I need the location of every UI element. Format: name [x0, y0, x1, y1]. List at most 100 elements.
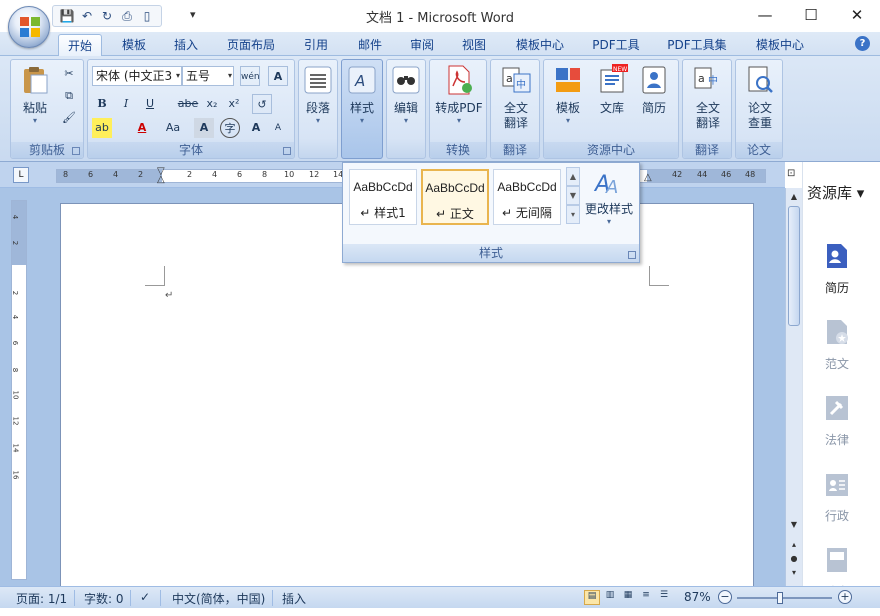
superscript-button[interactable]: x²: [224, 94, 244, 114]
group-label-convert: 转换: [430, 142, 486, 158]
right-indent-marker[interactable]: △: [644, 172, 652, 183]
change-styles-button[interactable]: AA 更改样式 ▾: [583, 167, 635, 226]
sidebar-item-resume[interactable]: 简历: [803, 242, 871, 296]
char-shading-icon[interactable]: A: [194, 118, 214, 138]
reading-layout-icon[interactable]: ▥: [602, 590, 618, 605]
scroll-up-icon[interactable]: ▲: [788, 190, 800, 204]
scroll-down-icon[interactable]: ▼: [788, 518, 800, 532]
zoom-level[interactable]: 87%: [684, 590, 711, 604]
tab-home[interactable]: 开始: [58, 34, 102, 56]
word-count[interactable]: 字数: 0: [84, 590, 124, 607]
page-count[interactable]: 页面: 1/1: [16, 590, 67, 607]
clear-format-icon[interactable]: ↺: [252, 94, 272, 114]
editing-button[interactable]: 编辑 ▾: [389, 64, 423, 125]
next-page-icon[interactable]: ▾: [788, 566, 800, 580]
paste-button[interactable]: 粘贴 ▾: [17, 64, 53, 125]
underline-button[interactable]: U: [140, 94, 160, 114]
tab-mailings[interactable]: 邮件: [348, 34, 392, 56]
ruler-tick: 10: [11, 390, 20, 400]
font-name-combo[interactable]: 宋体 (中文正3 ▾: [92, 66, 182, 86]
tab-template-center-2[interactable]: 模板中心: [748, 34, 812, 56]
print-layout-icon[interactable]: ▤: [584, 590, 600, 605]
ruler-tick: 6: [11, 340, 20, 346]
cut-icon[interactable]: ✂: [59, 64, 79, 84]
phonetic-guide-button[interactable]: wén: [240, 66, 260, 86]
vertical-scrollbar[interactable]: ▲ ▼ ▴ ● ▾: [785, 188, 802, 586]
resume-button[interactable]: 简历: [636, 64, 672, 116]
office-button[interactable]: [8, 6, 50, 48]
maximize-button[interactable]: ☐: [788, 0, 834, 30]
tab-references[interactable]: 引用: [294, 34, 338, 56]
library-button[interactable]: NEW 文库: [594, 64, 630, 116]
gallery-scroll-up-icon[interactable]: ▲: [566, 167, 580, 186]
strikethrough-button[interactable]: abe: [176, 94, 200, 114]
tab-pdf-tools[interactable]: PDF工具: [588, 34, 644, 56]
tab-review[interactable]: 审阅: [400, 34, 444, 56]
outline-view-icon[interactable]: ≡: [638, 590, 654, 605]
group-translate: a中 全文翻译 翻译: [490, 59, 540, 159]
dialog-launcher-icon[interactable]: [283, 147, 291, 155]
zoom-in-icon[interactable]: +: [838, 590, 852, 604]
ruler-toggle-icon[interactable]: ⊡: [787, 168, 801, 182]
font-size-combo[interactable]: 五号 ▾: [182, 66, 234, 86]
browse-object-icon[interactable]: ●: [788, 552, 800, 566]
tab-view[interactable]: 视图: [452, 34, 496, 56]
sidebar-item-essay[interactable]: 范文: [803, 318, 871, 372]
draft-view-icon[interactable]: ☰: [656, 590, 672, 605]
tab-selector-button[interactable]: L: [13, 167, 29, 183]
sidebar-title[interactable]: 资源库 ▾: [807, 182, 864, 203]
paragraph-button[interactable]: 段落 ▾: [301, 64, 335, 125]
gallery-scroll-down-icon[interactable]: ▼: [566, 186, 580, 205]
paper-check-icon: [748, 66, 773, 93]
full-translate-2-button[interactable]: a中 全文翻译: [687, 64, 729, 131]
minimize-button[interactable]: —: [742, 0, 788, 30]
indent-marker[interactable]: ▽ △: [157, 167, 167, 185]
language-indicator[interactable]: 中文(简体，中国): [172, 590, 265, 607]
subscript-button[interactable]: x₂: [202, 94, 222, 114]
enclose-char-icon[interactable]: 字: [220, 118, 240, 138]
sidebar-item-law[interactable]: 法律: [803, 394, 871, 448]
template-button[interactable]: 模板 ▾: [550, 64, 586, 125]
char-border-button[interactable]: A: [268, 66, 288, 86]
styles-button[interactable]: A 样式 ▾: [345, 64, 379, 125]
tab-page-layout[interactable]: 页面布局: [222, 34, 280, 56]
sidebar-item-admin[interactable]: 行政: [803, 470, 871, 524]
change-case-button[interactable]: Aa: [160, 118, 186, 138]
convert-pdf-button[interactable]: 转成PDF ▾: [432, 64, 486, 125]
bold-button[interactable]: B: [92, 94, 112, 114]
zoom-slider-knob[interactable]: [777, 592, 783, 604]
italic-button[interactable]: I: [116, 94, 136, 114]
shrink-font-button[interactable]: A: [268, 118, 288, 138]
insert-mode[interactable]: 插入: [282, 590, 306, 607]
format-painter-icon[interactable]: 🖌: [59, 108, 79, 128]
template-label: 模板: [555, 101, 580, 115]
prev-page-icon[interactable]: ▴: [788, 538, 800, 552]
dialog-launcher-icon[interactable]: [72, 147, 80, 155]
style-item-normal[interactable]: AaBbCcDd ↵ 正文: [421, 169, 489, 225]
zoom-slider[interactable]: [737, 592, 832, 604]
tab-template-center[interactable]: 模板中心: [508, 34, 572, 56]
close-button[interactable]: ✕: [834, 0, 880, 30]
chevron-down-icon: ▾: [606, 217, 611, 226]
gallery-more-icon[interactable]: ▾: [566, 205, 580, 224]
copy-icon[interactable]: ⧉: [59, 86, 79, 106]
grow-font-button[interactable]: A: [246, 118, 266, 138]
highlight-icon[interactable]: ab: [92, 118, 112, 138]
proofing-icon[interactable]: ✓: [140, 590, 150, 604]
tab-pdf-toolset[interactable]: PDF工具集: [662, 34, 732, 56]
paper-check-button[interactable]: 论文查重: [740, 64, 780, 131]
help-icon[interactable]: ?: [855, 36, 870, 51]
zoom-out-icon[interactable]: −: [718, 590, 732, 604]
web-layout-icon[interactable]: ▦: [620, 590, 636, 605]
style-item-no-spacing[interactable]: AaBbCcDd ↵ 无间隔: [493, 169, 561, 225]
full-translate-button[interactable]: a中 全文翻译: [495, 64, 537, 131]
tab-insert[interactable]: 插入: [164, 34, 208, 56]
vertical-ruler[interactable]: 4 2 2 4 6 8 10 12 14 16: [11, 200, 27, 580]
font-color-icon[interactable]: A: [132, 118, 152, 138]
scroll-thumb[interactable]: [788, 206, 800, 326]
style-item-style1[interactable]: AaBbCcDd ↵ 样式1: [349, 169, 417, 225]
template-icon: [556, 68, 580, 92]
tab-template[interactable]: 模板: [112, 34, 156, 56]
dialog-launcher-icon[interactable]: [628, 251, 636, 259]
ruler-tick: 8: [11, 367, 20, 373]
